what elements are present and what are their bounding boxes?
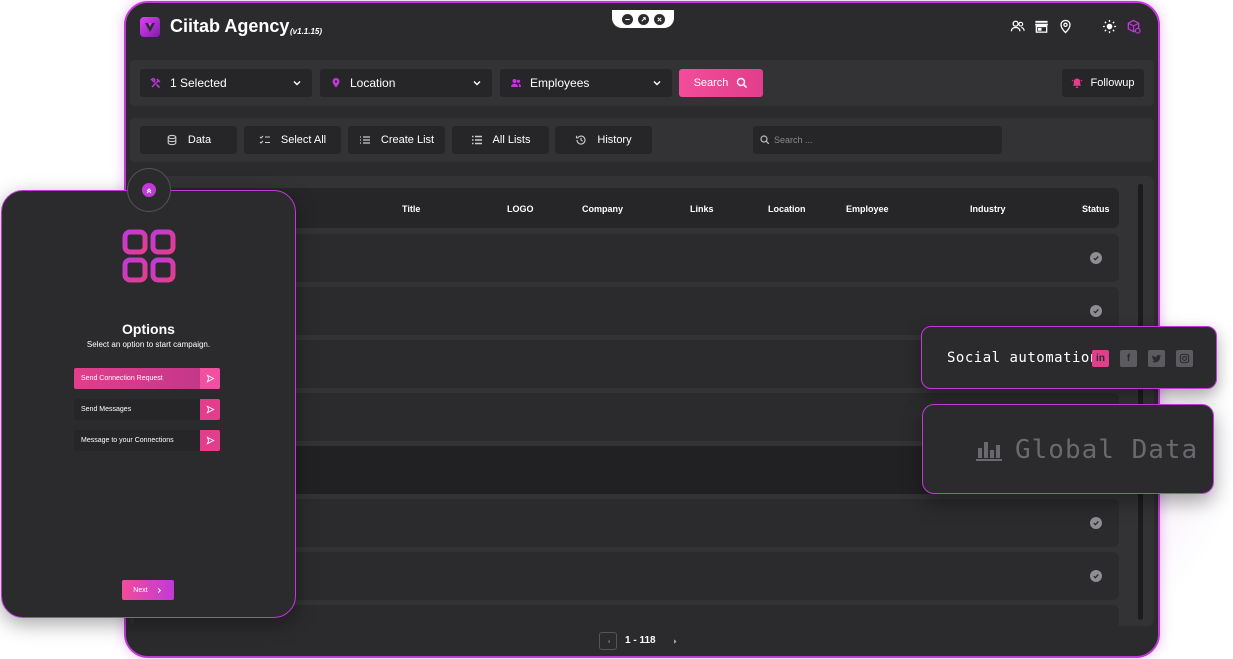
- industry-filter-label: 1 Selected: [170, 76, 227, 90]
- chevron-up-icon: [142, 183, 156, 197]
- select-all-button[interactable]: Select All: [244, 126, 341, 154]
- send-icon: [200, 430, 220, 451]
- next-button-label: Next: [133, 586, 148, 594]
- bell-icon: [1072, 78, 1083, 88]
- options-panel: Options Select an option to start campai…: [1, 190, 296, 618]
- location-filter-dropdown[interactable]: Location: [320, 69, 492, 97]
- status-check-icon: [1090, 305, 1102, 317]
- social-automation-label: Social automation: [947, 350, 1099, 366]
- search-icon: [737, 77, 748, 89]
- options-grid-icon: [122, 229, 176, 283]
- action-bar: Data Select All Create List All Lists Hi…: [130, 118, 1154, 162]
- followup-label: Followup: [1090, 77, 1135, 89]
- employees-filter-dropdown[interactable]: Employees: [500, 69, 672, 97]
- employees-filter-label: Employees: [530, 76, 590, 90]
- expand-icon[interactable]: [637, 13, 649, 25]
- facebook-icon[interactable]: f: [1120, 350, 1137, 367]
- pagination-bar: 1 - 118: [126, 627, 1158, 656]
- linkedin-icon[interactable]: in: [1092, 350, 1109, 367]
- app-logo-icon: [140, 17, 160, 37]
- store-icon[interactable]: [1032, 17, 1050, 35]
- app-title: Ciitab Agency: [170, 16, 290, 36]
- chevron-right-icon: [157, 587, 161, 593]
- column-header-employee[interactable]: Employee: [846, 204, 889, 214]
- previous-page-button[interactable]: [599, 632, 617, 650]
- users-icon[interactable]: [1008, 17, 1026, 35]
- bar-chart-icon: [976, 442, 1002, 461]
- column-header-status[interactable]: Status: [1082, 204, 1110, 214]
- all-lists-label: All Lists: [492, 134, 531, 146]
- column-header-logo[interactable]: LOGO: [507, 204, 534, 214]
- tools-icon: [150, 76, 164, 90]
- all-lists-button[interactable]: All Lists: [452, 126, 549, 154]
- column-header-links[interactable]: Links: [690, 204, 714, 214]
- send-icon: [200, 399, 220, 420]
- chevron-down-icon: [473, 81, 481, 86]
- next-button[interactable]: Next: [122, 580, 174, 600]
- top-toolbar: [1008, 17, 1142, 35]
- chevron-down-icon: [653, 81, 661, 86]
- followup-button[interactable]: Followup: [1062, 69, 1144, 97]
- data-button-label: Data: [187, 134, 212, 146]
- history-icon: [576, 135, 586, 145]
- data-button[interactable]: Data: [140, 126, 237, 154]
- twitter-icon[interactable]: [1148, 350, 1165, 367]
- options-title: Options: [122, 321, 175, 337]
- column-header-title[interactable]: Title: [402, 204, 420, 214]
- create-list-button[interactable]: Create List: [348, 126, 445, 154]
- global-data-label: Global Data: [1015, 435, 1199, 465]
- option-label: Send Connection Request: [81, 375, 163, 382]
- chevron-down-icon: [293, 81, 301, 86]
- next-page-button[interactable]: [666, 632, 684, 650]
- theme-sun-icon[interactable]: [1100, 17, 1118, 35]
- checklist-icon: [259, 135, 270, 144]
- search-button-label: Search: [693, 77, 729, 89]
- status-check-icon: [1090, 252, 1102, 264]
- location-filter-label: Location: [350, 76, 396, 90]
- send-messages-option[interactable]: Send Messages: [74, 399, 220, 420]
- search-button[interactable]: Search: [679, 69, 763, 97]
- title-bar: Ciitab Agency (v1.1.15): [126, 3, 1158, 51]
- location-pin-icon[interactable]: [1056, 17, 1074, 35]
- close-icon[interactable]: [653, 13, 665, 25]
- column-header-location[interactable]: Location: [768, 204, 806, 214]
- chevron-right-icon: [673, 638, 676, 644]
- select-all-label: Select All: [280, 134, 327, 146]
- search-icon: [760, 135, 770, 145]
- list-icon: [471, 135, 482, 145]
- collapse-options-button[interactable]: [127, 168, 171, 212]
- option-label: Message to your Connections: [81, 437, 174, 444]
- send-icon: [200, 368, 220, 389]
- list-icon: [359, 136, 370, 144]
- industry-filter-dropdown[interactable]: 1 Selected: [140, 69, 312, 97]
- option-label: Send Messages: [81, 406, 132, 413]
- status-check-icon: [1090, 570, 1102, 582]
- instagram-icon[interactable]: [1176, 350, 1193, 367]
- filter-bar: 1 Selected Location Employees Search Fol…: [130, 60, 1154, 106]
- minimize-icon[interactable]: [621, 13, 633, 25]
- users-icon: [510, 76, 524, 90]
- send-connection-request-option[interactable]: Send Connection Request: [74, 368, 220, 389]
- global-data-card[interactable]: Global Data: [922, 404, 1214, 494]
- cube-settings-icon[interactable]: [1124, 17, 1142, 35]
- column-header-industry[interactable]: Industry: [970, 204, 1006, 214]
- page-range: 1 - 118: [625, 635, 656, 646]
- window-controls: [612, 10, 674, 28]
- column-header-company[interactable]: Company: [582, 204, 623, 214]
- status-check-icon: [1090, 517, 1102, 529]
- create-list-label: Create List: [380, 134, 435, 146]
- history-button[interactable]: History: [555, 126, 652, 154]
- app-version: (v1.1.15): [290, 27, 323, 36]
- social-automation-card: Social automation in f: [921, 326, 1217, 389]
- options-subtitle: Select an option to start campaign.: [86, 340, 211, 349]
- table-scrollbar[interactable]: [1138, 184, 1143, 620]
- message-connections-option[interactable]: Message to your Connections: [74, 430, 220, 451]
- database-icon: [167, 134, 177, 146]
- history-label: History: [597, 134, 632, 146]
- chevron-left-icon: [607, 638, 610, 644]
- search-input[interactable]: [753, 126, 1002, 154]
- location-pin-icon: [330, 76, 344, 90]
